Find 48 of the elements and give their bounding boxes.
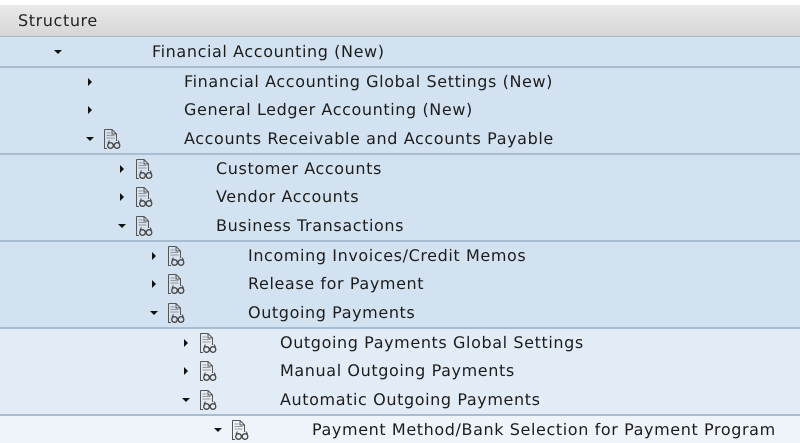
tree-row[interactable]: General Ledger Accounting (New) [0, 95, 800, 124]
document-glasses-icon [167, 302, 185, 324]
tree-label: Manual Outgoing Payments [280, 361, 515, 380]
collapsed-triangle-icon[interactable] [85, 76, 95, 86]
tree-label: Accounts Receivable and Accounts Payable [184, 129, 554, 148]
document-glasses-icon [103, 128, 121, 150]
tree-row[interactable]: Manual Outgoing Payments [0, 356, 800, 385]
tree-row[interactable]: Incoming Invoices/Credit Memos [0, 240, 800, 269]
tree-label: Payment Method/Bank Selection for Payment Program [312, 420, 776, 439]
tree-row[interactable]: Vendor Accounts [0, 182, 800, 211]
tree-label: Business Transactions [216, 216, 404, 235]
tree-label: Vendor Accounts [216, 187, 360, 206]
column-title: Structure [18, 11, 98, 30]
tree-row[interactable]: Business Transactions [0, 211, 800, 240]
collapsed-triangle-icon[interactable] [149, 278, 159, 288]
document-glasses-icon [199, 332, 217, 354]
tree-label: Financial Accounting Global Settings (New) [184, 72, 553, 91]
document-glasses-icon [135, 158, 153, 180]
collapsed-triangle-icon[interactable] [117, 192, 127, 202]
tree-label: Release for Payment [248, 274, 424, 293]
tree-label: Outgoing Payments Global Settings [280, 333, 584, 352]
tree-row[interactable]: Accounts Receivable and Accounts Payable [0, 124, 800, 153]
tree-row[interactable]: Payment Method/Bank Selection for Payment Program [0, 414, 800, 443]
tree-row[interactable]: Customer Accounts [0, 153, 800, 182]
tree-label: Automatic Outgoing Payments [280, 390, 541, 409]
collapsed-triangle-icon[interactable] [117, 164, 127, 174]
tree-row[interactable]: Automatic Outgoing Payments [0, 385, 800, 414]
tree-label: General Ledger Accounting (New) [184, 100, 473, 119]
tree-row[interactable]: Financial Accounting (New) [0, 37, 800, 66]
collapsed-triangle-icon[interactable] [181, 366, 191, 376]
document-glasses-icon [135, 214, 153, 236]
document-glasses-icon [199, 360, 217, 382]
tree-label: Customer Accounts [216, 159, 382, 178]
document-glasses-icon [135, 186, 153, 208]
collapsed-triangle-icon[interactable] [181, 338, 191, 348]
tree-row[interactable]: Financial Accounting Global Settings (New) [0, 66, 800, 95]
document-glasses-icon [167, 244, 185, 266]
tree-row[interactable]: Outgoing Payments [0, 298, 800, 327]
document-glasses-icon [167, 272, 185, 294]
tree-label: Outgoing Payments [248, 303, 416, 322]
tree-row[interactable]: Release for Payment [0, 269, 800, 298]
tree-label: Financial Accounting (New) [152, 42, 385, 61]
collapsed-triangle-icon[interactable] [85, 104, 95, 114]
document-glasses-icon [231, 418, 249, 440]
tree-label: Incoming Invoices/Credit Memos [248, 246, 526, 265]
document-glasses-icon [199, 388, 217, 410]
collapsed-triangle-icon[interactable] [149, 250, 159, 260]
tree-row[interactable]: Outgoing Payments Global Settings [0, 327, 800, 356]
